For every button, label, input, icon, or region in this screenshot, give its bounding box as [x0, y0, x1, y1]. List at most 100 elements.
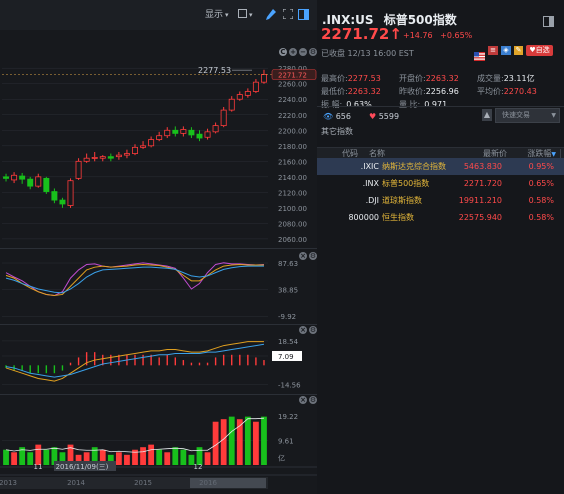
index-code: 800000: [348, 213, 379, 222]
up-arrow-icon: ↑: [389, 25, 402, 43]
time-label: 12: [194, 463, 203, 471]
zoom-in-icon[interactable]: +: [289, 48, 297, 56]
notes-icon[interactable]: ✎: [514, 46, 523, 55]
price-tick-label: 2100.00: [278, 205, 307, 213]
volume-bar: [180, 449, 187, 465]
price-tick-label: 2060.00: [278, 236, 307, 244]
index-row[interactable]: .INX 标普500指数 2271.720 0.65%: [317, 175, 564, 192]
candle-body: [228, 98, 235, 111]
time-range-thumb: [190, 478, 266, 488]
display-dropdown[interactable]: 显示 ▾: [205, 9, 229, 21]
volume-bar: [148, 444, 155, 465]
candle-body: [140, 145, 147, 148]
index-row[interactable]: .IXIC 纳斯达克综合指数 5463.830 0.95%: [317, 158, 564, 175]
heart-icon: ♥: [369, 112, 377, 121]
close-icon[interactable]: ×: [299, 326, 307, 334]
candle-body: [260, 74, 267, 83]
close-icon[interactable]: ×: [299, 252, 307, 260]
settings-icon[interactable]: ⚙: [309, 326, 317, 334]
change-percent: +0.65%: [440, 31, 473, 40]
indicator1-line-c: [5, 265, 264, 294]
volume-bar: [261, 416, 267, 465]
volume-bar: [172, 447, 179, 465]
candle-body: [91, 157, 98, 159]
index-row[interactable]: 800000 恒生指数 22575.940 0.58%: [317, 209, 564, 226]
divider: [560, 149, 561, 158]
bell-icon[interactable]: ▲: [482, 109, 492, 121]
close-icon[interactable]: ×: [299, 396, 307, 404]
pen-shape: [266, 9, 276, 20]
chart-panel: 显示 ▾ ▾ C + − ⚙ 2280.00 2260.00 2240.00 2220.00 2…: [0, 0, 318, 494]
candle-body: [132, 146, 138, 154]
market-status: 已收盘 12/13 16:00 EST: [321, 49, 414, 58]
stat-average: 平均价:2270.43: [477, 79, 537, 98]
zoom-out-icon[interactable]: −: [299, 48, 307, 56]
macd-tick-label: 18.54: [278, 338, 299, 346]
volume-pane[interactable]: × ⚙ 19.22 9.61 亿 11 2016/11/09(三) 12 2013 2014 20…: [0, 394, 317, 494]
chevron-down-icon: ▾: [225, 11, 229, 19]
volume-bar: [115, 452, 122, 465]
price-tick-label: 2240.00: [278, 96, 307, 104]
stat-value: 2270.43: [503, 87, 537, 96]
price-tick-label: 2140.00: [278, 174, 307, 182]
candle-body: [180, 129, 187, 134]
add-watchlist-button[interactable]: ♥自选: [526, 45, 553, 56]
price-tick-label: 2120.00: [278, 189, 307, 197]
indicator1-pane[interactable]: × ⚙ 87.63 38.85 -9.92: [0, 248, 317, 325]
candle-body: [11, 174, 18, 181]
volume-pane-tools: × ⚙: [297, 396, 317, 408]
quick-trade-button[interactable]: 快速交易 ▼: [495, 108, 560, 123]
refresh-icon[interactable]: C: [279, 48, 287, 56]
candle-body: [220, 109, 227, 127]
volume-bar: [204, 452, 211, 465]
price-tick-label: 2160.00: [278, 158, 307, 166]
panel-toggle-icon[interactable]: [298, 9, 309, 21]
fullscreen-icon[interactable]: [282, 8, 294, 21]
candle-body: [252, 81, 259, 92]
index-change-pct: 0.95%: [528, 162, 554, 171]
high-price-annotation: 2277.53: [198, 66, 231, 75]
stat-amplitude: 振 幅: 0.63%: [321, 92, 372, 111]
volume-tick-label: 9.61: [278, 438, 294, 446]
time-label: 2016/11/09(三): [56, 463, 109, 471]
us-flag-shape: [474, 52, 485, 61]
share-icon[interactable]: ◈: [501, 46, 511, 55]
chart-type-dropdown[interactable]: ▾: [238, 9, 253, 21]
candle-body: [3, 176, 10, 179]
candle-body: [244, 91, 251, 96]
macd-tick-label: -14.56: [278, 381, 301, 389]
candle-body: [107, 156, 114, 159]
indicator1-chart: 87.63 38.85 -9.92: [2, 260, 298, 321]
candle-body: [43, 177, 50, 192]
indicator1-tick-label: 87.63: [278, 260, 298, 268]
draw-pen-icon[interactable]: [266, 9, 276, 21]
candle-body: [148, 139, 155, 147]
volume-bar: [140, 447, 146, 465]
index-name: 标普500指数: [382, 179, 430, 188]
us-flag-icon: [474, 46, 485, 65]
alert-icon[interactable]: ≡: [488, 46, 498, 55]
other-indices-title: 其它指数: [321, 127, 353, 136]
sort-down-icon: ▼: [551, 151, 556, 158]
stat-value: 0.63%: [346, 100, 372, 109]
macd-pane[interactable]: ×⚙ 18.547.09-14.567.09: [0, 324, 317, 395]
price-change: +14.76 +0.65%: [403, 31, 472, 40]
candle-body: [83, 157, 90, 162]
settings-icon[interactable]: ⚙: [309, 396, 317, 404]
index-code: .INX: [362, 179, 379, 188]
index-price: 5463.830: [463, 162, 502, 171]
settings-icon[interactable]: ⚙: [309, 252, 317, 260]
window-toggle-icon[interactable]: [543, 12, 554, 31]
last-price-tag-text: 2271.72: [278, 72, 307, 80]
index-row[interactable]: .DJI 道琼斯指数 19911.210 0.58%: [317, 192, 564, 209]
candle-body: [51, 191, 58, 201]
stat-volume-ratio: 量 比: 0.971: [399, 92, 447, 111]
candlestick-chart: 2280.002260.002240.002220.002200.002180.…: [2, 65, 317, 244]
candle-body: [172, 129, 179, 134]
volume-bar: [27, 452, 34, 465]
candle-body: [156, 135, 163, 140]
candlestick-pane[interactable]: C + − ⚙ 2280.00 2260.00 2240.00 2220.00 2200.00…: [0, 46, 317, 246]
settings-icon[interactable]: ⚙: [309, 48, 317, 56]
candle-body: [115, 154, 122, 158]
volume-bar: [3, 449, 9, 465]
